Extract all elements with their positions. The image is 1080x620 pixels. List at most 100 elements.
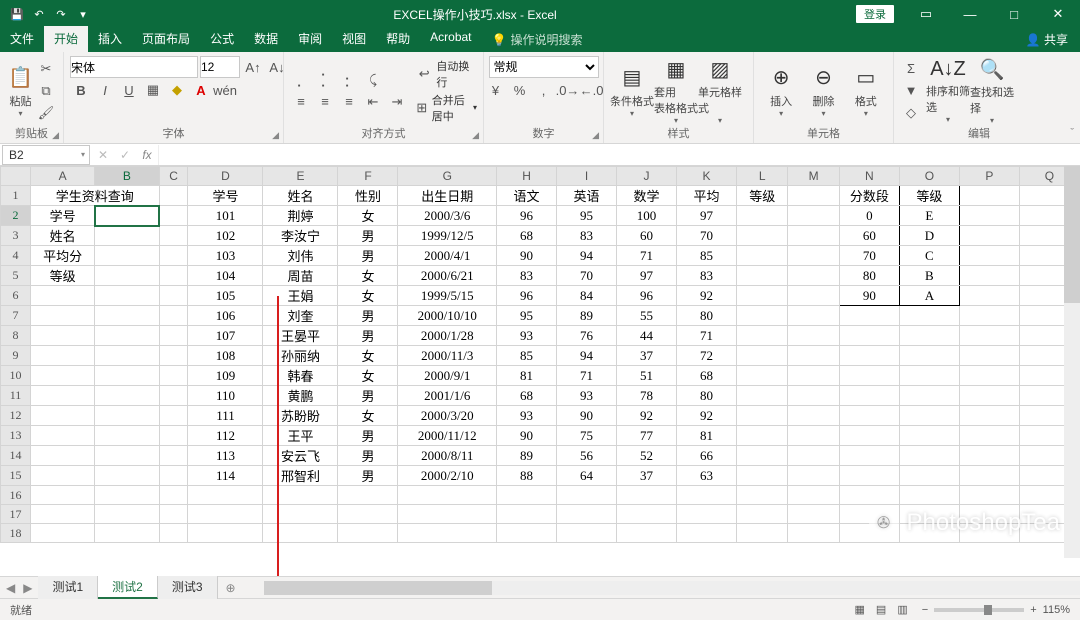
cell[interactable]: 97: [677, 206, 737, 226]
cell[interactable]: 92: [677, 406, 737, 426]
fx-icon[interactable]: fx: [136, 148, 158, 162]
cell[interactable]: [95, 386, 159, 406]
cell[interactable]: 77: [617, 426, 677, 446]
row-header[interactable]: 9: [1, 346, 31, 366]
cell[interactable]: 96: [497, 286, 557, 306]
cell[interactable]: 78: [617, 386, 677, 406]
cell[interactable]: [95, 266, 159, 286]
row-header[interactable]: 12: [1, 406, 31, 426]
col-header-K[interactable]: K: [677, 167, 737, 186]
cell[interactable]: 70: [677, 226, 737, 246]
cell[interactable]: [737, 226, 788, 246]
cell[interactable]: [95, 246, 159, 266]
cell[interactable]: [95, 346, 159, 366]
cell[interactable]: 71: [617, 246, 677, 266]
indent-dec-icon[interactable]: ⇤: [362, 92, 384, 112]
cell[interactable]: 93: [557, 386, 617, 406]
cell[interactable]: 88: [497, 466, 557, 486]
cell[interactable]: [839, 386, 899, 406]
tab-公式[interactable]: 公式: [200, 26, 244, 52]
cell[interactable]: 男: [338, 386, 398, 406]
cell[interactable]: 102: [188, 226, 263, 246]
dialog-launcher-icon[interactable]: ◢: [592, 130, 599, 141]
cell[interactable]: 0: [839, 206, 899, 226]
align-center-icon[interactable]: ≡: [314, 92, 336, 112]
cell[interactable]: [617, 505, 677, 524]
cell[interactable]: [788, 524, 839, 543]
cell[interactable]: 37: [617, 346, 677, 366]
cell[interactable]: [788, 466, 839, 486]
cell[interactable]: 94: [557, 246, 617, 266]
horizontal-scrollbar[interactable]: [264, 581, 1080, 595]
cell[interactable]: 44: [617, 326, 677, 346]
cell[interactable]: [159, 366, 188, 386]
cell[interactable]: [95, 206, 159, 226]
cell[interactable]: [95, 446, 159, 466]
cell[interactable]: 93: [497, 406, 557, 426]
cell[interactable]: [899, 366, 959, 386]
cell[interactable]: 111: [188, 406, 263, 426]
cell[interactable]: [737, 406, 788, 426]
cell[interactable]: [899, 346, 959, 366]
cell[interactable]: [839, 426, 899, 446]
cell[interactable]: 63: [677, 466, 737, 486]
cell[interactable]: 114: [188, 466, 263, 486]
cell[interactable]: 女: [338, 206, 398, 226]
redo-icon[interactable]: ↷: [50, 3, 72, 25]
cell[interactable]: 姓名: [31, 226, 95, 246]
cell[interactable]: [788, 306, 839, 326]
cell[interactable]: 109: [188, 366, 263, 386]
cell[interactable]: 84: [557, 286, 617, 306]
bold-button[interactable]: B: [70, 80, 92, 100]
cell[interactable]: [899, 326, 959, 346]
cell[interactable]: 2000/3/6: [398, 206, 497, 226]
cell[interactable]: 孙丽纳: [263, 346, 338, 366]
cell[interactable]: [899, 446, 959, 466]
tab-数据[interactable]: 数据: [244, 26, 288, 52]
row-header[interactable]: 3: [1, 226, 31, 246]
cell[interactable]: [959, 366, 1019, 386]
align-middle-icon[interactable]: ⡁: [314, 70, 336, 90]
cancel-formula-icon[interactable]: ✕: [92, 148, 114, 162]
cell[interactable]: [159, 246, 188, 266]
cell[interactable]: 97: [617, 266, 677, 286]
cell[interactable]: 2000/6/21: [398, 266, 497, 286]
cell[interactable]: 2000/9/1: [398, 366, 497, 386]
cell[interactable]: 110: [188, 386, 263, 406]
cell[interactable]: [31, 426, 95, 446]
col-header-L[interactable]: L: [737, 167, 788, 186]
cell[interactable]: 2000/11/12: [398, 426, 497, 446]
cell[interactable]: [159, 226, 188, 246]
cell[interactable]: [737, 246, 788, 266]
delete-cells-button[interactable]: ⊖删除▾: [802, 58, 844, 124]
cell[interactable]: [31, 286, 95, 306]
cell[interactable]: [737, 524, 788, 543]
align-right-icon[interactable]: ≡: [338, 92, 360, 112]
cell[interactable]: 王平: [263, 426, 338, 446]
cell[interactable]: 75: [557, 426, 617, 446]
find-select-button[interactable]: 🔍查找和选择▾: [970, 58, 1014, 124]
cell[interactable]: 语文: [497, 186, 557, 206]
cell[interactable]: [788, 226, 839, 246]
row-header[interactable]: 5: [1, 266, 31, 286]
cell[interactable]: [899, 306, 959, 326]
cell[interactable]: 85: [497, 346, 557, 366]
align-bottom-icon[interactable]: ⡂: [338, 70, 360, 90]
collapse-ribbon-icon[interactable]: ˇ: [1070, 127, 1074, 139]
cell[interactable]: 姓名: [263, 186, 338, 206]
cell[interactable]: [959, 286, 1019, 306]
cell[interactable]: 95: [497, 306, 557, 326]
cell[interactable]: 71: [557, 366, 617, 386]
cell[interactable]: [788, 406, 839, 426]
cell[interactable]: [31, 446, 95, 466]
format-table-button[interactable]: ▦套用 表格格式▾: [654, 58, 698, 124]
cell[interactable]: 95: [557, 206, 617, 226]
cell[interactable]: [159, 466, 188, 486]
cell[interactable]: [959, 186, 1019, 206]
cell[interactable]: 刘奎: [263, 306, 338, 326]
col-header-J[interactable]: J: [617, 167, 677, 186]
row-header[interactable]: 17: [1, 505, 31, 524]
cell[interactable]: 2000/11/3: [398, 346, 497, 366]
new-sheet-button[interactable]: ⊕: [218, 579, 244, 597]
cell[interactable]: 2000/2/10: [398, 466, 497, 486]
